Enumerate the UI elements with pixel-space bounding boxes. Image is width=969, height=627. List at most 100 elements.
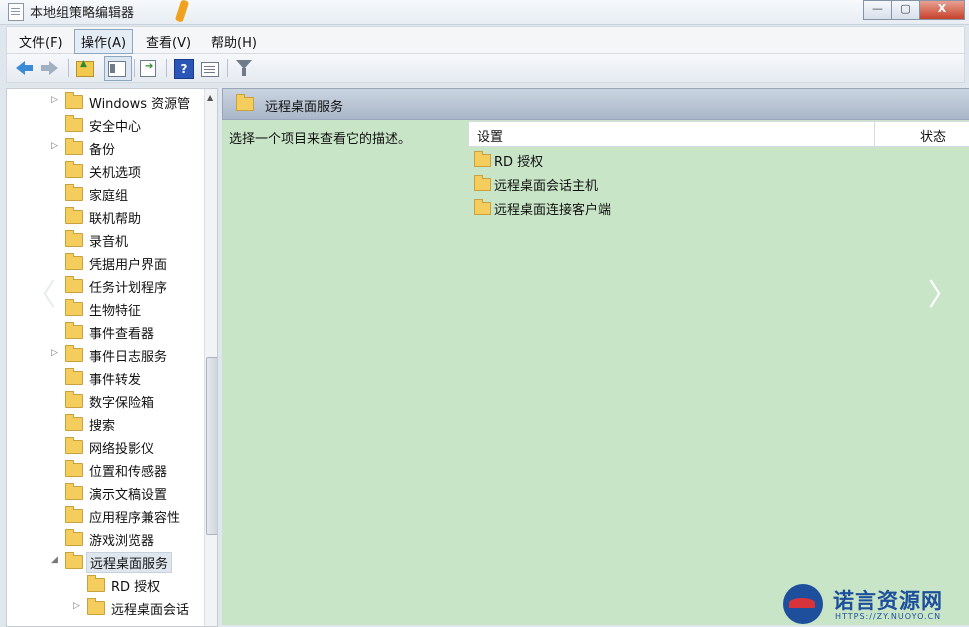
expand-arrow-icon[interactable]: ▷	[51, 141, 58, 151]
collapse-arrow-icon[interactable]: ◢	[51, 555, 58, 565]
tree-item-selected[interactable]: ◢ 远程桌面服务	[7, 551, 197, 573]
tree-item-label: 应用程序兼容性	[89, 511, 181, 526]
folder-icon	[87, 575, 105, 592]
tree-item-label: 搜索	[89, 419, 116, 434]
menu-bar: 文件(F) 操作(A) 查看(V) 帮助(H)	[6, 26, 965, 54]
tree-item[interactable]: 家庭组	[7, 183, 197, 204]
filter-icon[interactable]	[236, 60, 252, 76]
scroll-up-icon[interactable]: ▲	[207, 93, 213, 102]
tree-item[interactable]: 事件查看器	[7, 321, 197, 342]
tree-item[interactable]: 应用程序兼容性	[7, 505, 197, 526]
tree-item-label: 网络投影仪	[89, 442, 155, 457]
tree-item-label: 远程桌面服务	[86, 552, 173, 573]
folder-icon	[65, 299, 83, 316]
folder-icon	[474, 199, 491, 215]
tree-item[interactable]: 关机选项	[7, 160, 197, 181]
tree-item-label: 备份	[89, 143, 116, 158]
tree-item[interactable]: 凭据用户界面	[7, 252, 197, 273]
menu-view[interactable]: 查看(V)	[140, 31, 197, 52]
scrollbar-thumb[interactable]	[206, 357, 217, 535]
list-item-label: 远程桌面会话主机	[494, 179, 599, 194]
folder-icon	[65, 506, 83, 523]
tree-item-label: 录音机	[89, 235, 129, 250]
menu-help[interactable]: 帮助(H)	[205, 31, 263, 52]
properties-icon[interactable]	[201, 62, 219, 77]
tree-item[interactable]: 数字保险箱	[7, 390, 197, 411]
description-text: 选择一个项目来查看它的描述。	[229, 132, 412, 147]
folder-icon	[87, 598, 105, 615]
tree-item-label: 安全中心	[89, 120, 142, 135]
folder-icon	[65, 391, 83, 408]
tree-item[interactable]: 演示文稿设置	[7, 482, 197, 503]
folder-icon	[65, 322, 83, 339]
tree-item-label: 远程桌面会话	[111, 603, 190, 618]
tree-item-label: 任务计划程序	[89, 281, 168, 296]
list-item-label: 远程桌面连接客户端	[494, 203, 612, 218]
folder-icon	[65, 115, 83, 132]
close-button[interactable]: X	[919, 0, 965, 20]
column-divider[interactable]	[874, 122, 875, 146]
list-item-label: RD 授权	[494, 155, 544, 170]
menu-file[interactable]: 文件(F)	[13, 31, 69, 52]
watermark-name: 诺言资源网	[833, 589, 943, 613]
details-pane: 远程桌面服务 选择一个项目来查看它的描述。 设置 状态 RD 授权 远程桌面会话…	[222, 88, 969, 625]
toolbar: ?	[6, 54, 965, 83]
tree-item-label: Windows 资源管	[89, 97, 191, 112]
toolbar-separator	[227, 59, 228, 77]
folder-icon	[65, 138, 83, 155]
tree-item-label: 凭据用户界面	[89, 258, 168, 273]
folder-icon	[65, 161, 83, 178]
tree-item[interactable]: 游戏浏览器	[7, 528, 197, 549]
folder-icon	[474, 151, 491, 167]
folder-icon	[65, 345, 83, 362]
toolbar-separator	[166, 59, 167, 77]
menu-action[interactable]: 操作(A)	[74, 29, 134, 54]
tree-item[interactable]: ▷ 事件日志服务	[7, 344, 197, 365]
tree-scrollbar[interactable]: ▲	[204, 89, 217, 626]
folder-icon	[65, 368, 83, 385]
tree-item[interactable]: ▷ Windows 资源管	[7, 91, 197, 112]
back-icon[interactable]	[16, 61, 33, 75]
watermark-url: HTTPS://ZY.NUOYO.CN	[835, 612, 942, 621]
next-arrow-icon[interactable]: 〉	[928, 270, 958, 314]
export-list-icon[interactable]	[140, 60, 156, 77]
tree-item[interactable]: RD 授权	[7, 574, 197, 595]
watermark: 诺言资源网 HTTPS://ZY.NUOYO.CN	[783, 584, 963, 624]
tree-item[interactable]: ▷ 备份	[7, 137, 197, 158]
tree-item-label: 数字保险箱	[89, 396, 155, 411]
forward-icon[interactable]	[41, 61, 58, 75]
tree-item[interactable]: ▷ 远程桌面会话	[7, 597, 197, 618]
column-state[interactable]: 状态	[920, 126, 946, 145]
tree-item[interactable]: 位置和传感器	[7, 459, 197, 480]
folder-icon	[65, 230, 83, 247]
tree-item[interactable]: 搜索	[7, 413, 197, 434]
show-hide-tree-icon[interactable]	[108, 61, 126, 77]
toolbar-separator	[68, 59, 69, 77]
folder-icon	[65, 207, 83, 224]
expand-arrow-icon[interactable]: ▷	[73, 601, 80, 611]
tree-item[interactable]: 联机帮助	[7, 206, 197, 227]
gpedit-app-icon	[8, 3, 24, 21]
folder-icon	[65, 92, 83, 109]
up-one-level-icon[interactable]	[76, 59, 94, 77]
tree-item-label: 联机帮助	[89, 212, 142, 227]
expand-arrow-icon[interactable]: ▷	[51, 95, 58, 105]
title-bar: 本地组策略编辑器 — ▢ X	[0, 0, 969, 25]
folder-icon	[65, 552, 83, 569]
folder-icon	[474, 175, 491, 191]
column-setting[interactable]: 设置	[477, 126, 503, 145]
maximize-button[interactable]: ▢	[891, 0, 920, 20]
help-icon[interactable]: ?	[174, 59, 194, 79]
expand-arrow-icon[interactable]: ▷	[51, 348, 58, 358]
tree-item-label: 位置和传感器	[89, 465, 168, 480]
tree-item[interactable]: 安全中心	[7, 114, 197, 135]
tree-item[interactable]: 网络投影仪	[7, 436, 197, 457]
tree-item[interactable]: 事件转发	[7, 367, 197, 388]
toolbar-separator	[134, 59, 135, 77]
tree-item[interactable]: 录音机	[7, 229, 197, 250]
annotation-arrow-mark	[174, 0, 190, 23]
previous-arrow-icon[interactable]: 〈	[26, 270, 56, 314]
folder-icon	[236, 94, 254, 111]
details-title: 远程桌面服务	[265, 100, 344, 115]
minimize-button[interactable]: —	[863, 0, 892, 20]
